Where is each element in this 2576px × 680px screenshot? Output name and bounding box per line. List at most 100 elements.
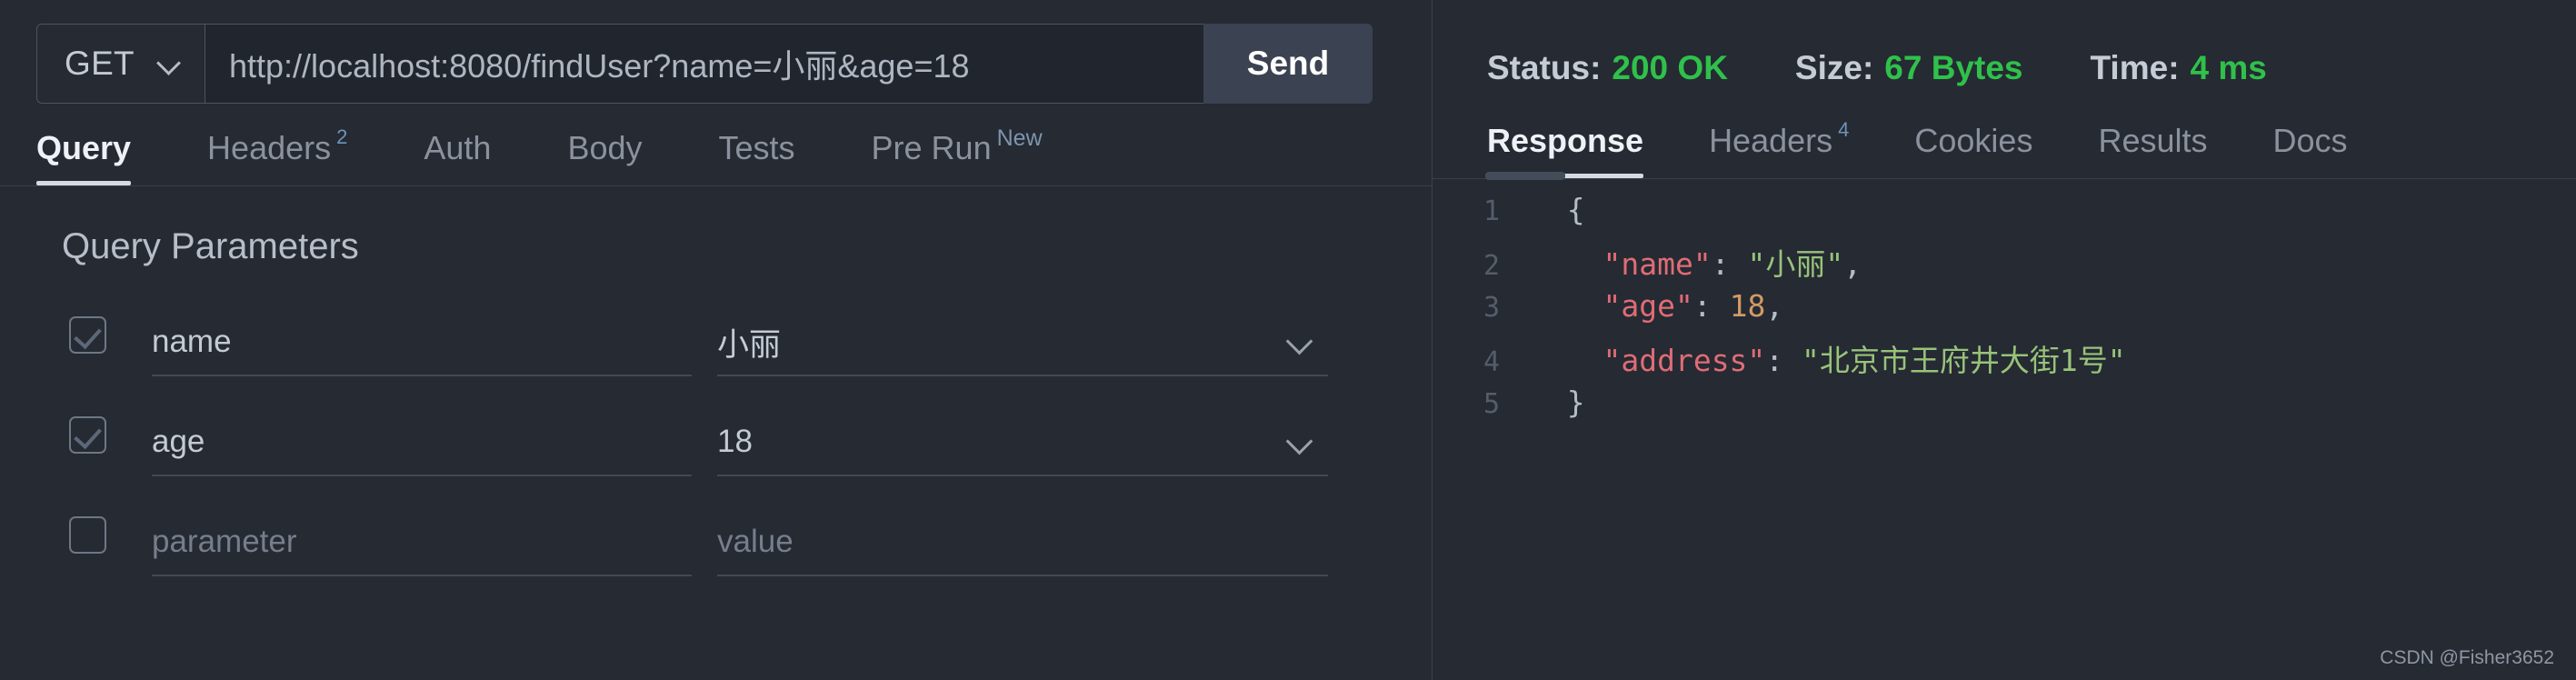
tab-results[interactable]: Results [2098,118,2207,178]
tab-label: Pre Run [871,129,992,166]
tab-label: Body [567,129,643,166]
response-panel: Status: 200 OK Size: 67 Bytes Time: 4 ms Resp… [1433,0,2576,680]
code-token: "北京市王府井大街1号" [1802,343,2126,378]
url-input[interactable]: http://localhost:8080/findUser?name=小丽&a… [205,24,1203,104]
query-parameter-key-input[interactable]: age [152,409,692,476]
line-number: 2 [1483,250,1500,282]
tab-label: Query [36,129,132,166]
tab-headers[interactable]: Headers 2 [207,125,347,185]
response-tab-bar: Response Headers 4 Cookies Results Docs [1487,118,2576,178]
chevron-down-icon[interactable] [1288,330,1312,354]
value-input-placeholder: value [717,524,794,559]
query-parameter-value-input[interactable]: value [717,509,1328,576]
code-token: "name" [1603,246,1712,282]
code-line-content: "age": 18, [1531,288,1783,324]
query-parameter-row: age 18 [0,409,1432,509]
query-parameters-list: name 小丽 age 18 parameter value [0,309,1432,609]
tab-new-badge: New [996,125,1043,151]
status-item-size: Size: 67 Bytes [1795,49,2023,87]
code-token: : [1765,343,1802,378]
code-token: "小丽" [1747,246,1844,282]
code-line: 2 "name": "小丽", [1433,240,2576,288]
http-method-select[interactable]: GET [36,24,205,104]
tab-label: Results [2098,122,2208,159]
line-number: 1 [1483,195,1500,227]
tab-count-badge: 4 [1838,118,1850,141]
code-token: 18 [1729,288,1766,324]
query-parameter-key-input[interactable]: parameter [152,509,692,576]
query-parameter-value-input[interactable]: 18 [717,409,1328,476]
status-value: 67 Bytes [1884,49,2023,86]
code-token: "age" [1603,288,1693,324]
response-body-code: 1 {2 "name": "小丽", 3 "age": 18, 4 "address… [1433,192,2576,433]
chevron-down-icon[interactable] [1288,430,1312,454]
tab-auth[interactable]: Auth [424,125,491,185]
code-line-content: "name": "小丽", [1531,240,1862,284]
code-token: "address" [1603,343,1766,378]
send-button-label: Send [1246,45,1330,82]
request-tabs-divider [0,185,1432,186]
query-parameter-row: parameter value [0,509,1432,609]
tab-pre-run[interactable]: Pre Run New [872,125,1043,185]
query-parameter-checkbox[interactable] [69,416,106,454]
status-key: Time: [2090,49,2180,86]
request-bar: GET http://localhost:8080/findUser?name=… [36,24,1373,104]
tab-label: Auth [424,129,492,166]
tab-count-badge: 2 [336,125,348,148]
code-line: 5 } [1433,385,2576,433]
tab-docs[interactable]: Docs [2273,118,2348,178]
status-key: Size: [1794,49,1874,86]
tab-response[interactable]: Response [1487,118,1644,178]
status-value: 4 ms [2190,49,2267,86]
code-token: : [1711,246,1748,282]
status-item-status: Status: 200 OK [1487,49,1728,87]
tab-label: Tests [718,129,795,166]
key-input-placeholder: parameter [152,524,297,559]
api-client-window: GET http://localhost:8080/findUser?name=… [0,0,2576,680]
status-value: 200 OK [1612,49,1728,86]
tab-headers[interactable]: Headers 4 [1709,118,1849,178]
line-number: 4 [1483,346,1500,378]
code-line-content: "address": "北京市王府井大街1号" [1531,336,2126,380]
tab-label: Docs [2272,122,2348,159]
key-input-value: name [152,324,232,359]
code-line: 4 "address": "北京市王府井大街1号" [1433,336,2576,385]
code-line: 3 "age": 18, [1433,288,2576,336]
code-token: : [1692,288,1730,324]
status-key: Status: [1487,49,1602,86]
url-input-value: http://localhost:8080/findUser?name=小丽&a… [229,47,970,85]
query-parameter-row: name 小丽 [0,309,1432,409]
code-token: , [1765,288,1784,324]
tab-label: Cookies [1914,122,2033,159]
tab-query[interactable]: Query [36,125,132,185]
send-button[interactable]: Send [1203,24,1373,104]
line-number: 5 [1483,388,1500,420]
code-token: { [1531,192,1585,227]
horizontal-scrollbar-thumb[interactable] [1485,172,1565,180]
tab-body[interactable]: Body [567,125,642,185]
code-token: } [1531,385,1585,420]
query-parameter-value-input[interactable]: 小丽 [717,309,1328,376]
status-item-time: Time: 4 ms [2091,49,2267,87]
code-token: , [1843,246,1862,282]
query-parameter-key-input[interactable]: name [152,309,692,376]
tab-label: Headers [207,129,332,166]
query-parameter-checkbox[interactable] [69,516,106,554]
value-input-value: 小丽 [717,326,782,363]
request-panel: GET http://localhost:8080/findUser?name=… [0,0,1432,680]
watermark: CSDN @Fisher3652 [2380,647,2554,668]
code-line: 1 { [1433,192,2576,240]
line-number: 3 [1483,292,1500,324]
http-method-label: GET [65,45,135,82]
tab-label: Response [1487,122,1644,159]
chevron-down-icon [157,52,181,75]
key-input-value: age [152,424,205,459]
response-body-viewer[interactable]: 1 {2 "name": "小丽", 3 "age": 18, 4 "address… [1433,172,2576,433]
query-parameter-checkbox[interactable] [69,316,106,354]
tab-cookies[interactable]: Cookies [1914,118,2032,178]
tab-tests[interactable]: Tests [719,125,795,185]
request-tab-bar: Query Headers 2 Auth Body Tests Pre Run New [36,125,1432,185]
